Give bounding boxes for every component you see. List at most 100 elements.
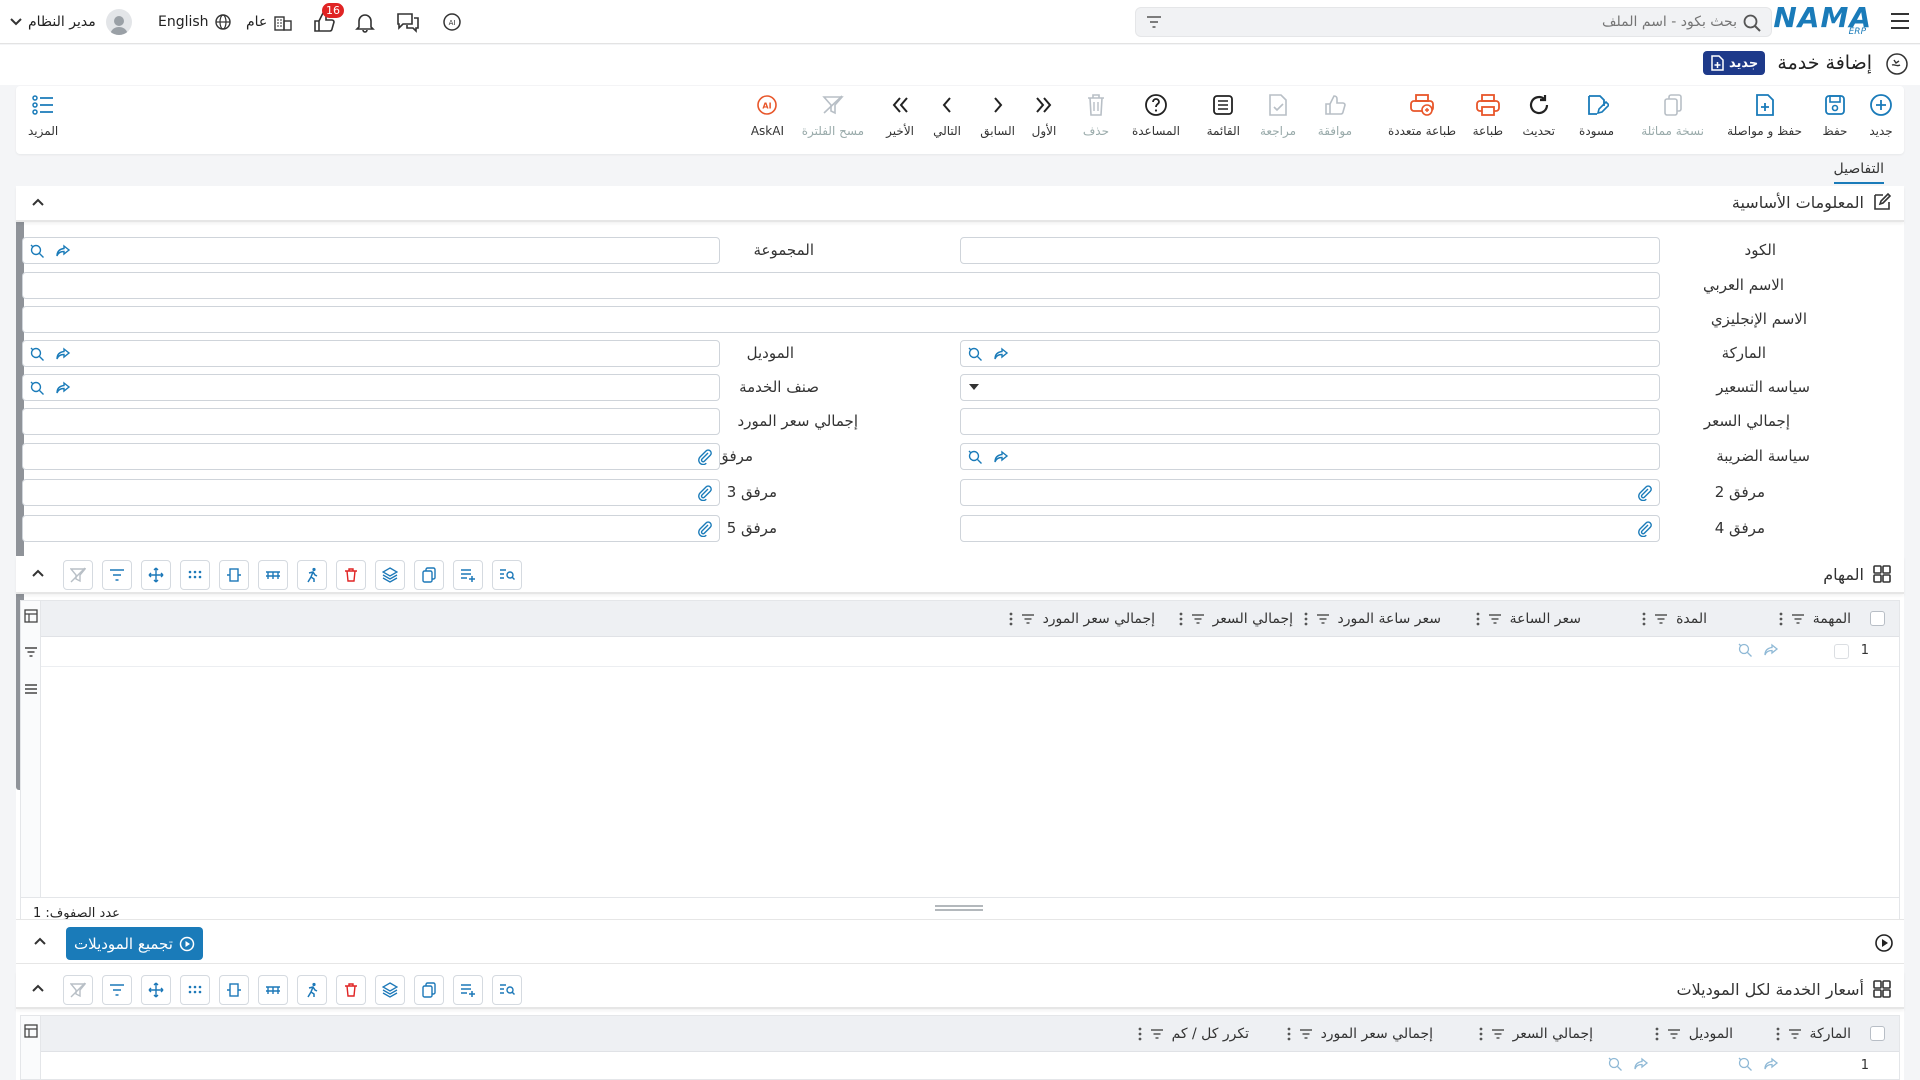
- column-header[interactable]: إجمالي السعر: [1479, 1016, 1593, 1052]
- column-filter-icon[interactable]: [1150, 1028, 1164, 1040]
- column-filter-icon[interactable]: [1191, 613, 1205, 625]
- save-continue-button[interactable]: حفظ و مواصلة: [1727, 92, 1802, 138]
- language-switch[interactable]: English: [158, 0, 231, 44]
- duplicate-button[interactable]: نسخة مماثلة: [1641, 92, 1704, 138]
- column-filter-icon[interactable]: [1788, 1028, 1802, 1040]
- open-link-icon[interactable]: [55, 243, 71, 259]
- search-rows-icon[interactable]: [492, 975, 522, 1005]
- lookup-search-icon[interactable]: [1737, 1056, 1753, 1072]
- chat-icon[interactable]: [396, 11, 420, 33]
- column-filter-icon[interactable]: [1667, 1028, 1681, 1040]
- run-icon[interactable]: [297, 975, 327, 1005]
- code-field[interactable]: [960, 237, 1660, 264]
- column-menu-icon[interactable]: [1287, 1027, 1291, 1041]
- collapse-model-prices-icon[interactable]: [30, 980, 50, 1000]
- pricing-policy-select[interactable]: [960, 374, 1660, 401]
- group-field[interactable]: [22, 237, 720, 264]
- table-row[interactable]: 1: [41, 637, 1899, 667]
- column-menu-icon[interactable]: [1304, 612, 1308, 626]
- column-filter-icon[interactable]: [1316, 613, 1330, 625]
- attachment-field[interactable]: [22, 443, 720, 470]
- column-header[interactable]: سعر ساعة المورد: [1304, 601, 1441, 637]
- search-box[interactable]: [1135, 7, 1772, 37]
- table-columns-icon[interactable]: [258, 975, 288, 1005]
- copy-row-icon[interactable]: [414, 975, 444, 1005]
- lookup-search-icon[interactable]: [967, 346, 983, 362]
- column-header[interactable]: المهمة: [1779, 601, 1851, 637]
- last-button[interactable]: الأخير: [886, 92, 914, 138]
- lookup-search-icon[interactable]: [29, 346, 45, 362]
- column-menu-icon[interactable]: [1642, 612, 1646, 626]
- ai-assistant-icon[interactable]: AI: [440, 11, 464, 33]
- dots-grid-icon[interactable]: [180, 560, 210, 590]
- list-button[interactable]: القائمة: [1207, 92, 1240, 138]
- fit-columns-icon[interactable]: [219, 560, 249, 590]
- approvals-button[interactable]: 16: [312, 3, 344, 34]
- delete-row-icon[interactable]: [336, 560, 366, 590]
- lookup-search-icon[interactable]: [29, 243, 45, 259]
- approve-button[interactable]: موافقة: [1318, 92, 1352, 138]
- lookup-search-icon[interactable]: [29, 380, 45, 396]
- column-header[interactable]: المدة: [1642, 601, 1707, 637]
- column-filter-icon[interactable]: [1491, 1028, 1505, 1040]
- next-button[interactable]: التالي: [933, 92, 961, 138]
- select-all-checkbox[interactable]: [1870, 1026, 1885, 1041]
- lookup-search-icon[interactable]: [967, 449, 983, 465]
- column-header[interactable]: الماركة: [1776, 1016, 1851, 1052]
- collapse-models-group-icon[interactable]: [32, 933, 52, 953]
- filter-icon[interactable]: [1146, 15, 1162, 29]
- paperclip-icon[interactable]: [1637, 521, 1653, 537]
- total-price-field[interactable]: [960, 408, 1660, 435]
- row-checkbox[interactable]: [1834, 644, 1849, 659]
- help-button[interactable]: المساعدة: [1132, 92, 1180, 138]
- draft-button[interactable]: مسودة: [1579, 92, 1614, 138]
- column-menu-icon[interactable]: [1476, 612, 1480, 626]
- resize-handle[interactable]: [935, 904, 983, 912]
- bell-icon[interactable]: [354, 11, 376, 33]
- lookup-search-icon[interactable]: [1607, 1056, 1623, 1072]
- column-header[interactable]: إجمالي سعر المورد: [1287, 1016, 1433, 1052]
- delete-row-icon[interactable]: [336, 975, 366, 1005]
- select-all-checkbox[interactable]: [1870, 611, 1885, 626]
- delete-button[interactable]: حذف: [1083, 92, 1109, 138]
- search-rows-icon[interactable]: [492, 560, 522, 590]
- clear-filter-button[interactable]: مسح الفلترة: [802, 92, 864, 138]
- column-menu-icon[interactable]: [1009, 612, 1013, 626]
- table-columns-icon[interactable]: [258, 560, 288, 590]
- add-row-icon[interactable]: [453, 975, 483, 1005]
- open-link-icon[interactable]: [1763, 642, 1779, 658]
- move-icon[interactable]: [141, 560, 171, 590]
- save-button[interactable]: حفظ: [1822, 92, 1848, 138]
- layers-icon[interactable]: [375, 560, 405, 590]
- paperclip-icon[interactable]: [697, 449, 713, 465]
- print-button[interactable]: طباعة: [1473, 92, 1503, 138]
- copy-row-icon[interactable]: [414, 560, 444, 590]
- multi-print-button[interactable]: طباعة متعددة: [1388, 92, 1456, 138]
- paperclip-icon[interactable]: [697, 485, 713, 501]
- dots-grid-icon[interactable]: [180, 975, 210, 1005]
- run-icon[interactable]: [297, 560, 327, 590]
- english-name-field[interactable]: [22, 306, 1660, 333]
- column-menu-icon[interactable]: [1479, 1027, 1483, 1041]
- open-link-icon[interactable]: [55, 346, 71, 362]
- brand-field[interactable]: [960, 340, 1660, 367]
- total-supplier-price-field[interactable]: [22, 408, 720, 435]
- menu-lines-icon[interactable]: [24, 683, 38, 695]
- collapse-basic-icon[interactable]: [30, 194, 50, 214]
- first-button[interactable]: الأول: [1031, 92, 1057, 138]
- fit-columns-icon[interactable]: [219, 975, 249, 1005]
- table-row[interactable]: 1: [41, 1052, 1899, 1080]
- layers-icon[interactable]: [375, 975, 405, 1005]
- column-filter-icon[interactable]: [1488, 613, 1502, 625]
- column-menu-icon[interactable]: [1779, 612, 1783, 626]
- open-link-icon[interactable]: [55, 380, 71, 396]
- column-menu-icon[interactable]: [1655, 1027, 1659, 1041]
- review-button[interactable]: مراجعة: [1260, 92, 1296, 138]
- column-filter-icon[interactable]: [1791, 613, 1805, 625]
- filter-icon[interactable]: [24, 646, 38, 658]
- nama-logo[interactable]: NAMA ERP: [1773, 4, 1872, 39]
- open-link-icon[interactable]: [993, 449, 1009, 465]
- paperclip-icon[interactable]: [697, 521, 713, 537]
- column-header[interactable]: إجمالي سعر المورد: [1009, 601, 1155, 637]
- group-models-button[interactable]: تجميع الموديلات: [66, 927, 203, 960]
